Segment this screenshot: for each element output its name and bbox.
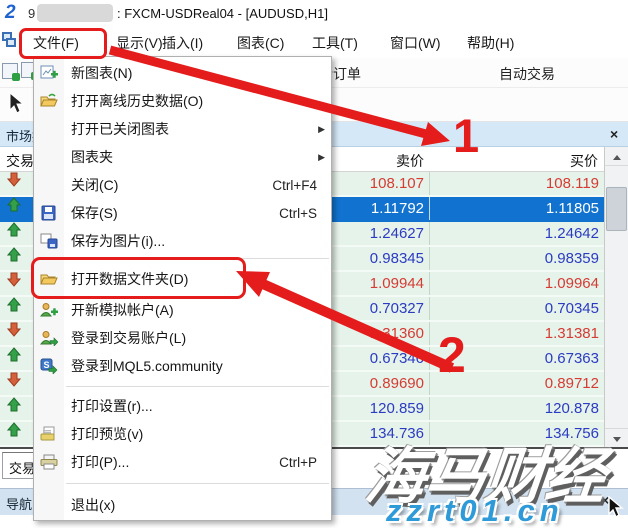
menubar-item-window[interactable]: 窗口(W) xyxy=(390,33,441,53)
menu-item-label: 保存(S) xyxy=(71,203,279,223)
menu-item-profiles[interactable]: 图表夹▶ xyxy=(34,143,331,171)
menu-item-login-trade-account[interactable]: 登录到交易账户(L) xyxy=(34,324,331,352)
menu-item-new-chart[interactable]: 新图表(N) xyxy=(34,59,331,87)
demo-account-icon xyxy=(40,302,58,318)
open-offline-icon xyxy=(40,93,58,109)
print-icon xyxy=(40,454,58,470)
menu-item-label: 新图表(N) xyxy=(71,63,317,83)
buy-price: 108.119 xyxy=(430,172,604,195)
mouse-cursor-icon xyxy=(606,496,628,525)
cursor-tool-icon[interactable] xyxy=(5,91,29,115)
menu-item-login-mql5[interactable]: S 登录到MQL5.community xyxy=(34,352,331,380)
menu-item-label: 关闭(C) xyxy=(71,175,272,195)
save-icon xyxy=(40,205,58,221)
menu-item-label: 打开已关闭图表 xyxy=(71,119,317,139)
autotrading-button[interactable]: 自动交易 xyxy=(499,64,555,84)
submenu-arrow-icon: ▶ xyxy=(318,152,325,163)
market-watch-close-icon[interactable]: × xyxy=(610,127,618,141)
new-chart-icon xyxy=(40,65,58,81)
menubar-item-insert[interactable]: 插入(I) xyxy=(162,33,203,53)
buy-price: 0.98359 xyxy=(430,247,604,270)
annotation-box-file-menu xyxy=(19,28,107,59)
menu-item-label: 登录到MQL5.community xyxy=(71,356,317,376)
watermark-site: zzrt01.cn xyxy=(386,493,564,528)
menu-item-label: 开新模拟帐户(A) xyxy=(71,300,317,320)
menu-item-save[interactable]: 保存(S)Ctrl+S xyxy=(34,199,331,227)
navigator-title: 导航 xyxy=(6,494,32,513)
scroll-up-button[interactable] xyxy=(605,147,628,166)
buy-price: 0.70345 xyxy=(430,297,604,320)
menu-item-save-as-picture[interactable]: 保存为图片(i)... xyxy=(34,227,331,255)
svg-text:S: S xyxy=(44,360,50,370)
submenu-arrow-icon: ▶ xyxy=(318,124,325,135)
menu-item-label: 图表夹 xyxy=(71,147,317,167)
mql5-icon: S xyxy=(40,358,58,374)
menu-item-shortcut: Ctrl+P xyxy=(279,455,317,470)
menubar-item-charts[interactable]: 图表(C) xyxy=(237,33,284,53)
chart-system-icon[interactable] xyxy=(2,32,18,48)
menubar-item-help[interactable]: 帮助(H) xyxy=(467,33,514,53)
menu-item-exit[interactable]: 退出(x) xyxy=(34,491,331,519)
save-picture-icon xyxy=(40,233,58,249)
annotation-step-1: 1 xyxy=(453,112,479,159)
menu-item-print-preview[interactable]: 打印预览(v) xyxy=(34,420,331,448)
scroll-thumb[interactable] xyxy=(606,187,627,231)
menu-item-label: 退出(x) xyxy=(71,495,317,515)
menubar-item-tools[interactable]: 工具(T) xyxy=(312,33,358,53)
profile-icon[interactable] xyxy=(2,63,18,79)
annotation-step-2: 2 xyxy=(438,330,466,380)
menu-item-shortcut: Ctrl+S xyxy=(279,206,317,221)
buy-price: 1.09964 xyxy=(430,272,604,295)
menubar-item-view[interactable]: 显示(V) xyxy=(116,33,163,53)
login-account-icon xyxy=(40,330,58,346)
menu-item-label: 保存为图片(i)... xyxy=(71,231,317,251)
menu-item-close[interactable]: 关闭(C)Ctrl+F4 xyxy=(34,171,331,199)
annotation-box-open-data-folder xyxy=(31,257,246,299)
print-preview-icon xyxy=(40,426,58,442)
menu-item-open-demo-account[interactable]: 开新模拟帐户(A) xyxy=(34,296,331,324)
buy-price: 120.878 xyxy=(430,397,604,420)
menu-item-label: 打印预览(v) xyxy=(71,424,317,444)
menu-item-open-offline[interactable]: 打开离线历史数据(O) xyxy=(34,87,331,115)
market-watch-scrollbar[interactable] xyxy=(604,147,628,447)
titlebar: 2 9 : FXCM-USDReal04 - [AUDUSD,H1] xyxy=(0,0,628,28)
menu-item-open-closed-charts[interactable]: 打开已关闭图表▶ xyxy=(34,115,331,143)
menu-separator xyxy=(66,483,329,484)
window-title: : FXCM-USDReal04 - [AUDUSD,H1] xyxy=(117,6,328,21)
menu-item-print[interactable]: 打印(P)...Ctrl+P xyxy=(34,448,331,476)
app-logo-icon: 2 xyxy=(5,2,16,24)
menu-item-label: 打开离线历史数据(O) xyxy=(71,91,317,111)
mt4-window: 2 9 : FXCM-USDReal04 - [AUDUSD,H1] 文件(F)… xyxy=(0,0,628,528)
menu-item-label: 打印(P)... xyxy=(71,452,279,472)
menu-item-label: 登录到交易账户(L) xyxy=(71,328,317,348)
menu-item-print-setup[interactable]: 打印设置(r)... xyxy=(34,392,331,420)
account-number: 9 xyxy=(28,6,35,21)
menu-separator xyxy=(66,386,329,387)
menu-item-label: 打印设置(r)... xyxy=(71,396,317,416)
buy-price: 1.11805 xyxy=(430,197,604,220)
buy-price: 1.24642 xyxy=(430,222,604,245)
menu-item-shortcut: Ctrl+F4 xyxy=(272,178,317,193)
account-blur-box xyxy=(37,4,113,22)
